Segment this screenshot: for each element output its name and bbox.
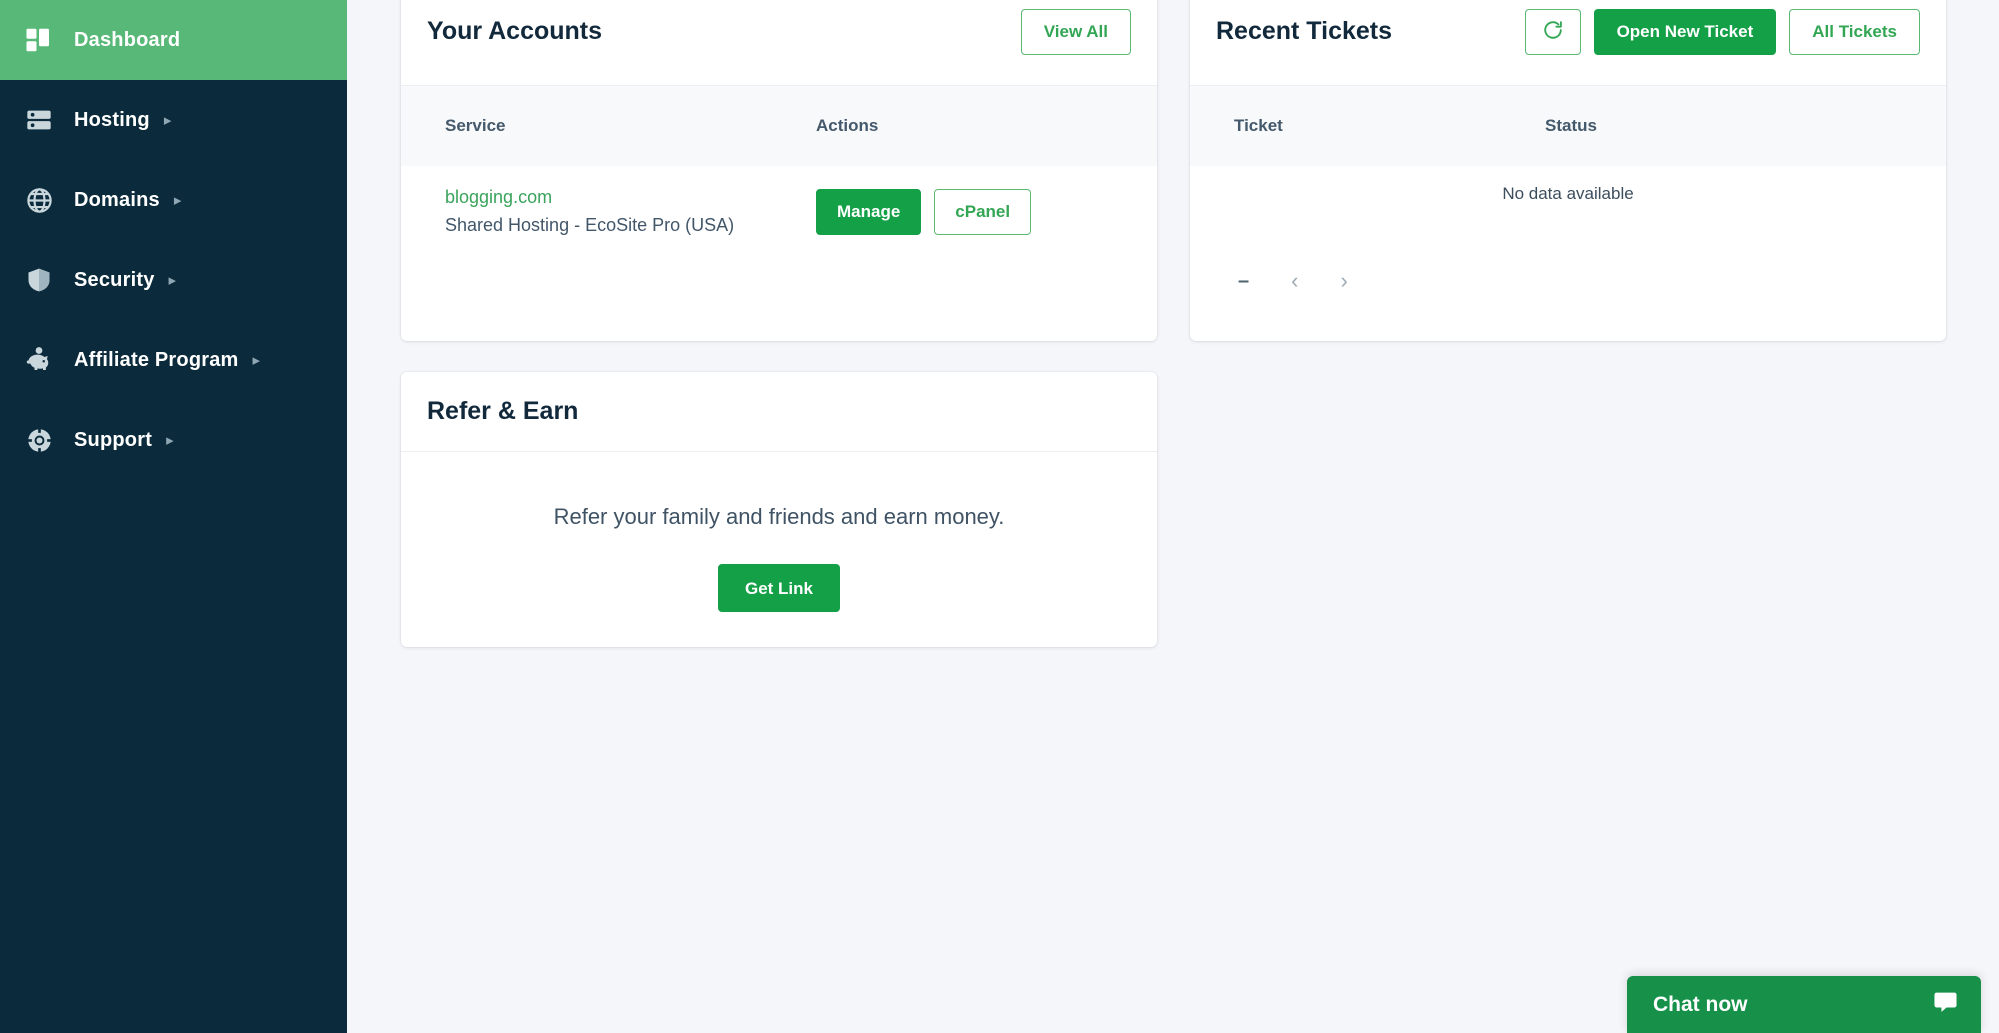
tickets-table-body: No data available — [1190, 166, 1946, 222]
view-all-button[interactable]: View All — [1020, 8, 1131, 55]
refer-card-body: Refer your family and friends and earn m… — [401, 452, 1157, 668]
dashboard-grid-icon — [22, 23, 56, 57]
refresh-button[interactable] — [1524, 8, 1581, 55]
refresh-icon — [1542, 19, 1564, 44]
tickets-card-header: Recent Tickets Open New Ticket All Ticke… — [1190, 0, 1946, 86]
tickets-table: Ticket Status No data available — [1190, 86, 1946, 222]
chevron-right-icon: ▸ — [168, 271, 177, 289]
sidebar-item-domains[interactable]: Domains ▸ — [0, 160, 347, 240]
column-header-service: Service — [445, 116, 506, 135]
life-ring-icon — [22, 423, 56, 457]
refer-description: Refer your family and friends and earn m… — [553, 504, 1005, 529]
sidebar-item-security[interactable]: Security ▸ — [0, 240, 347, 320]
empty-state-message: No data available — [1502, 184, 1634, 203]
server-icon — [22, 103, 56, 137]
table-row-empty: No data available — [1190, 166, 1946, 222]
accounts-card-actions: View All — [1020, 8, 1131, 55]
sidebar-item-label: Security — [74, 268, 155, 291]
refer-and-earn-card: Refer & Earn Refer your family and frien… — [401, 372, 1157, 647]
accounts-card-header: Your Accounts View All — [401, 0, 1157, 86]
chevron-right-icon: ▸ — [166, 431, 174, 449]
shield-icon — [22, 263, 56, 297]
get-link-button[interactable]: Get Link — [717, 564, 840, 612]
table-row: blogging.com Shared Hosting - EcoSite Pr… — [401, 166, 1157, 258]
globe-icon — [22, 183, 56, 217]
chevron-right-icon: ▸ — [252, 351, 261, 369]
service-domain-link[interactable]: blogging.com — [445, 184, 816, 212]
sidebar-item-label: Affiliate Program — [74, 348, 239, 371]
page-indicator: – — [1238, 270, 1250, 292]
tickets-card-actions: Open New Ticket All Tickets — [1524, 8, 1920, 55]
recent-tickets-card: Recent Tickets Open New Ticket All Ticke… — [1190, 0, 1946, 341]
refer-card-header: Refer & Earn — [401, 372, 1157, 452]
column-header-status: Status — [1545, 116, 1597, 135]
tickets-table-header-row: Ticket Status — [1190, 86, 1946, 166]
service-cell: blogging.com Shared Hosting - EcoSite Pr… — [401, 166, 816, 258]
sidebar-item-label: Support — [74, 428, 153, 451]
actions-cell: Manage cPanel — [816, 166, 1157, 258]
chat-now-widget[interactable]: Chat now — [1627, 976, 1981, 1033]
all-tickets-button[interactable]: All Tickets — [1789, 8, 1920, 55]
open-new-ticket-button[interactable]: Open New Ticket — [1593, 8, 1777, 55]
chevron-right-icon: ▸ — [173, 191, 182, 209]
tickets-pagination: – ‹ › — [1190, 222, 1946, 292]
manage-button[interactable]: Manage — [816, 188, 922, 235]
sidebar-item-affiliate-program[interactable]: Affiliate Program ▸ — [0, 320, 347, 400]
cpanel-button[interactable]: cPanel — [934, 188, 1032, 235]
service-plan-label: Shared Hosting - EcoSite Pro (USA) — [445, 214, 735, 235]
chevron-right-icon: ▸ — [163, 111, 172, 129]
piggy-bank-icon — [22, 343, 56, 377]
tickets-table-head: Ticket Status — [1190, 86, 1946, 166]
sidebar-item-dashboard[interactable]: Dashboard — [0, 0, 347, 80]
main-content: Your Accounts View All Service Actions b… — [347, 0, 1999, 1033]
page-title: Your Accounts — [427, 17, 603, 45]
refer-title: Refer & Earn — [427, 397, 579, 425]
sidebar: Dashboard Hosting ▸ Domains ▸ Security ▸… — [0, 0, 347, 1033]
sidebar-item-label: Domains — [74, 188, 160, 211]
prev-page-button[interactable]: ‹ — [1291, 270, 1298, 292]
chat-bubble-icon — [1932, 989, 1959, 1021]
sidebar-item-hosting[interactable]: Hosting ▸ — [0, 80, 347, 160]
row-action-group: Manage cPanel — [816, 188, 1157, 235]
column-header-ticket: Ticket — [1234, 116, 1283, 135]
column-header-actions: Actions — [816, 116, 879, 135]
sidebar-item-label: Dashboard — [74, 28, 181, 51]
accounts-table-body: blogging.com Shared Hosting - EcoSite Pr… — [401, 166, 1157, 258]
next-page-button[interactable]: › — [1340, 270, 1347, 292]
your-accounts-card: Your Accounts View All Service Actions b… — [401, 0, 1157, 341]
sidebar-item-label: Hosting — [74, 108, 150, 131]
sidebar-item-support[interactable]: Support ▸ — [0, 400, 347, 480]
tickets-title: Recent Tickets — [1216, 17, 1393, 45]
chat-now-label: Chat now — [1653, 992, 1748, 1016]
accounts-table-head: Service Actions — [401, 86, 1157, 166]
accounts-table: Service Actions blogging.com Shared Host… — [401, 86, 1157, 258]
accounts-table-header-row: Service Actions — [401, 86, 1157, 166]
